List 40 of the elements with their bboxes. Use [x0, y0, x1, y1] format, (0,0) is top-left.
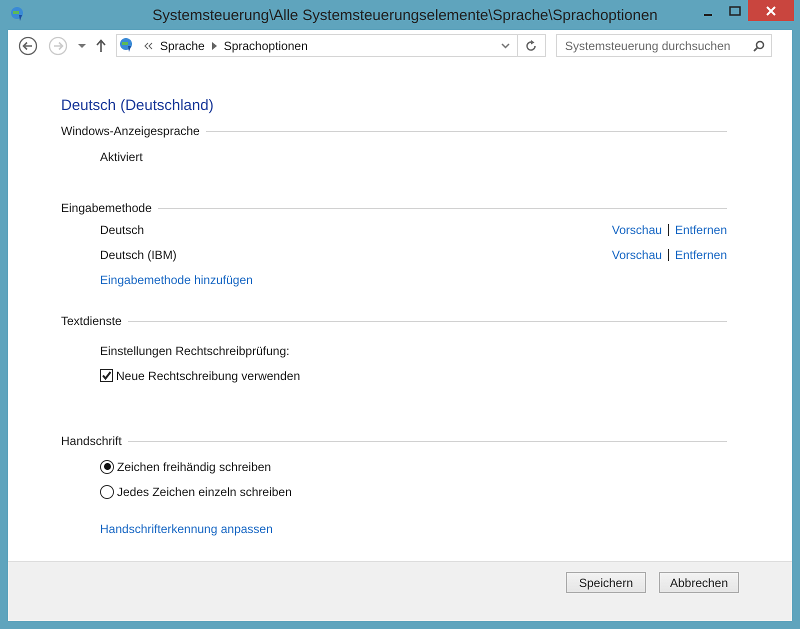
label: Aktiviert [100, 150, 143, 164]
breadcrumb-arrow-icon [212, 42, 217, 50]
chevron-icon [144, 42, 153, 50]
radio-button[interactable] [100, 460, 114, 474]
search-icon [753, 40, 765, 52]
checkbox-label: Neue Rechtschreibung verwenden [116, 368, 300, 382]
save-button[interactable]: Speichern [566, 572, 646, 593]
link[interactable]: Eingabemethode hinzufügen [100, 272, 253, 286]
breadcrumb-item[interactable]: Sprachoptionen [224, 38, 308, 52]
minimize-icon [704, 14, 712, 16]
section-heading: Handschrift [61, 434, 122, 448]
dropdown-icon[interactable] [78, 42, 86, 48]
action-link[interactable]: Entfernen [674, 222, 727, 236]
section-heading: Textdienste [61, 314, 122, 328]
checkbox[interactable] [100, 369, 113, 382]
page-heading: Deutsch (Deutschland) [61, 97, 215, 114]
link[interactable]: Handschrifterkennung anpassen [100, 522, 273, 536]
input-method-name: Deutsch [100, 222, 144, 236]
action-link[interactable]: Vorschau [612, 248, 662, 262]
back-icon[interactable] [18, 36, 38, 56]
close-icon [766, 6, 776, 16]
action-link[interactable]: Entfernen [674, 248, 727, 262]
section-heading: Windows-Anzeigesprache [61, 124, 200, 138]
radio-label: Jedes Zeichen einzeln schreiben [117, 484, 292, 498]
window-title: Systemsteuerung\Alle Systemsteuerungselemente\Sprache\Sprachoptionen [152, 6, 658, 24]
section-heading: Eingabemethode [61, 201, 152, 215]
radio-label: Zeichen freihändig schreiben [117, 460, 272, 474]
dropdown-icon[interactable] [501, 42, 510, 48]
breadcrumb-item[interactable]: Sprache [160, 38, 205, 52]
radio-button[interactable] [100, 484, 114, 498]
search-field[interactable]: Systemsteuerung durchsuchen [556, 34, 772, 57]
refresh-icon[interactable] [525, 40, 537, 52]
address-bar[interactable]: Sprache Sprachoptionen [116, 34, 546, 57]
maximize-icon [728, 6, 740, 16]
cancel-button[interactable]: Abbrechen [659, 572, 739, 593]
close-button[interactable] [748, 0, 794, 21]
label: Einstellungen Rechtschreibprüfung: [100, 344, 290, 358]
up-arrow-icon[interactable] [96, 38, 106, 52]
input-method-name: Deutsch (IBM) [100, 248, 177, 262]
action-link[interactable]: Vorschau [612, 222, 662, 236]
